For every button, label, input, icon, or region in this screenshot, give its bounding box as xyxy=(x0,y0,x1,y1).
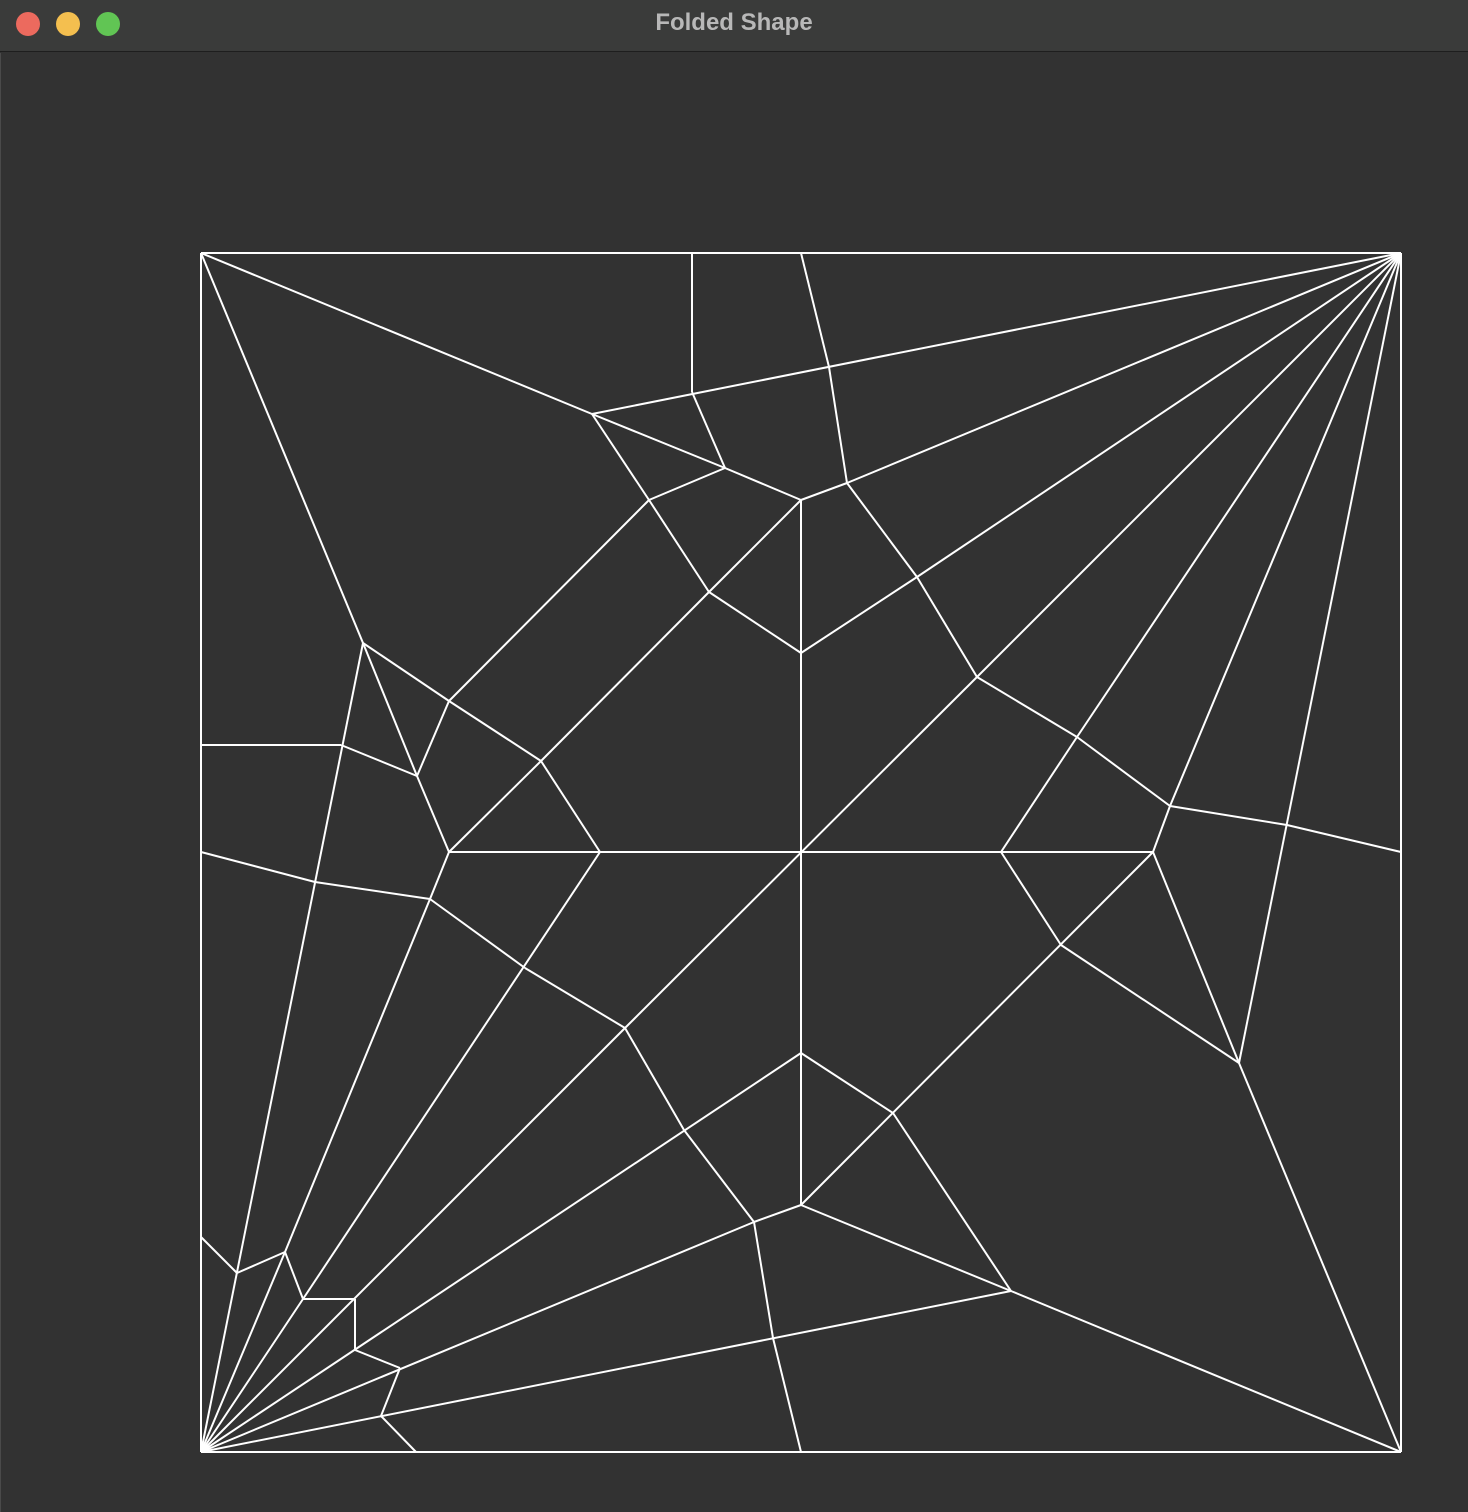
crease-line xyxy=(800,576,918,654)
crease-line xyxy=(1076,736,1171,807)
crease-line xyxy=(683,1129,755,1223)
crease-line xyxy=(1010,1290,1402,1453)
crease-line xyxy=(524,967,626,1029)
crease-line xyxy=(1169,805,1288,826)
crease-line xyxy=(416,775,450,853)
crease-line xyxy=(976,252,1402,678)
crease-line xyxy=(200,252,593,415)
crease-line xyxy=(648,467,726,501)
crease-line xyxy=(284,1251,304,1300)
crease-line xyxy=(540,591,710,762)
crease-line xyxy=(708,499,802,593)
crease-line xyxy=(753,1221,774,1339)
crease-line xyxy=(1286,824,1402,853)
crease-line xyxy=(624,1027,685,1131)
crease-line xyxy=(448,760,542,853)
crease-line xyxy=(1060,944,1240,1064)
crease-line xyxy=(314,881,431,900)
crease-line xyxy=(724,467,802,501)
crease-line xyxy=(200,1027,626,1453)
crease-line xyxy=(591,413,650,501)
crease-line xyxy=(916,576,978,678)
crease-line xyxy=(448,700,542,762)
crease-line xyxy=(1238,1062,1402,1453)
crease-line xyxy=(362,642,450,702)
crease-line xyxy=(284,898,431,1253)
crease-line xyxy=(772,1337,802,1453)
crease-line xyxy=(1169,252,1402,807)
crease-line xyxy=(540,760,601,853)
crease-line xyxy=(800,1204,1012,1292)
crease-line xyxy=(200,851,316,883)
crease-line xyxy=(800,252,830,368)
crease-line xyxy=(846,482,918,578)
crease-line xyxy=(828,366,848,484)
crease-line xyxy=(362,642,418,777)
crease-line xyxy=(1000,851,1062,946)
crease-line xyxy=(429,851,450,900)
crease-line xyxy=(380,1415,417,1453)
crease-line xyxy=(892,1112,1012,1292)
crease-line xyxy=(1152,851,1240,1064)
crease-line xyxy=(200,1236,238,1274)
crease-line xyxy=(416,700,450,777)
crease-line xyxy=(448,499,650,702)
crease-pattern xyxy=(200,252,1402,1453)
crease-line xyxy=(800,851,1154,1206)
crease-line xyxy=(200,252,364,644)
crease-line xyxy=(753,1204,802,1223)
crease-line xyxy=(976,676,1078,738)
crease-line xyxy=(429,898,526,969)
crease-line xyxy=(648,499,710,593)
crease-line xyxy=(708,591,802,654)
crease-line xyxy=(1000,736,1078,853)
crease-line xyxy=(1152,805,1171,853)
crease-line xyxy=(302,851,601,1300)
crease-line xyxy=(800,1052,894,1114)
crease-line xyxy=(800,482,848,501)
crease-line xyxy=(354,1349,401,1369)
crease-line xyxy=(846,252,1402,484)
